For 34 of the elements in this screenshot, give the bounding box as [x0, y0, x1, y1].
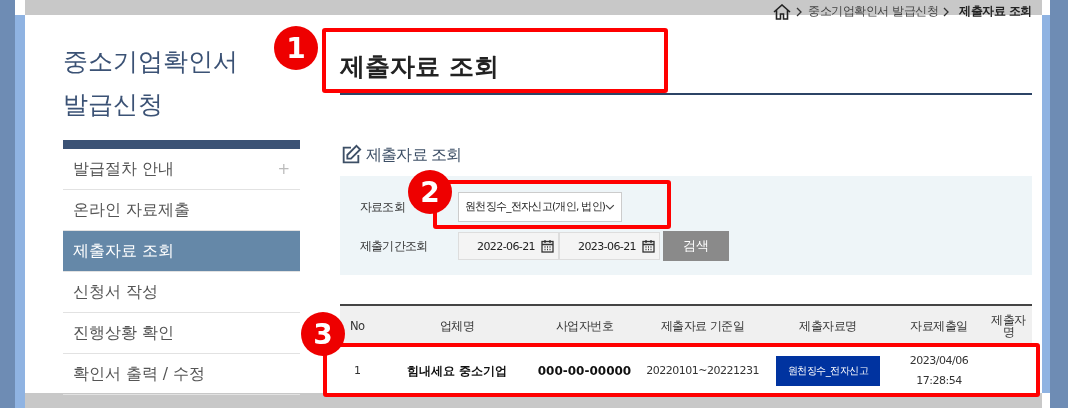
date-field[interactable]: 2022-06-21: [458, 232, 559, 260]
calendar-icon: [642, 239, 655, 253]
column-header: 사업자번호: [526, 305, 643, 345]
column-header: 자료제출일: [892, 305, 986, 345]
date-field[interactable]: 2023-06-21: [559, 232, 660, 260]
column-header: 제출자료 기준일: [642, 305, 764, 345]
sidebar-item[interactable]: 발급절차 안내 +: [63, 149, 300, 190]
column-header: No: [340, 305, 388, 345]
sidebar-item[interactable]: 진행상황 확인: [63, 313, 300, 354]
breadcrumb-link[interactable]: 중소기업확인서 발급신청: [808, 3, 939, 20]
table-cell-text: 힘내세요 중소기업: [406, 363, 509, 380]
field-label: 자료조회: [360, 199, 405, 214]
chevron-icon: [605, 204, 615, 210]
document-button[interactable]: 원천징수_전자신고: [775, 356, 880, 386]
chevron-icon: [943, 6, 951, 17]
chevron-icon: [796, 6, 804, 17]
column-header: 제출자 명: [985, 305, 1032, 345]
sidebar-item[interactable]: 신청서 작성: [63, 272, 300, 313]
type-dropdown[interactable]: 원천징수_전자신고(개인, 법인): [458, 192, 622, 222]
sidebar-item[interactable]: 제출자료 조회: [63, 231, 300, 272]
table-cell-text: 1: [353, 363, 362, 379]
column-header: 제출자료명: [763, 305, 893, 345]
table-cell-text: 2023/04/06 17:28:54: [908, 353, 970, 389]
table-cell-text: 20220101~20221231: [645, 363, 760, 379]
calendar-icon: [541, 239, 554, 253]
column-header: 업체명: [387, 305, 527, 345]
field-label: 제출기간조회: [360, 238, 428, 253]
home-icon[interactable]: [773, 3, 792, 20]
table-cell-text: 000-00-00000: [536, 363, 633, 380]
sidebar-title: 중소기업확인서 발급신청: [63, 46, 238, 121]
edit-icon: [340, 144, 362, 166]
breadcrumb-link[interactable]: 제출자료 조회: [959, 3, 1032, 20]
section-title: 제출자료 조회: [366, 144, 462, 166]
page-title: 제출자료 조회: [340, 51, 499, 83]
